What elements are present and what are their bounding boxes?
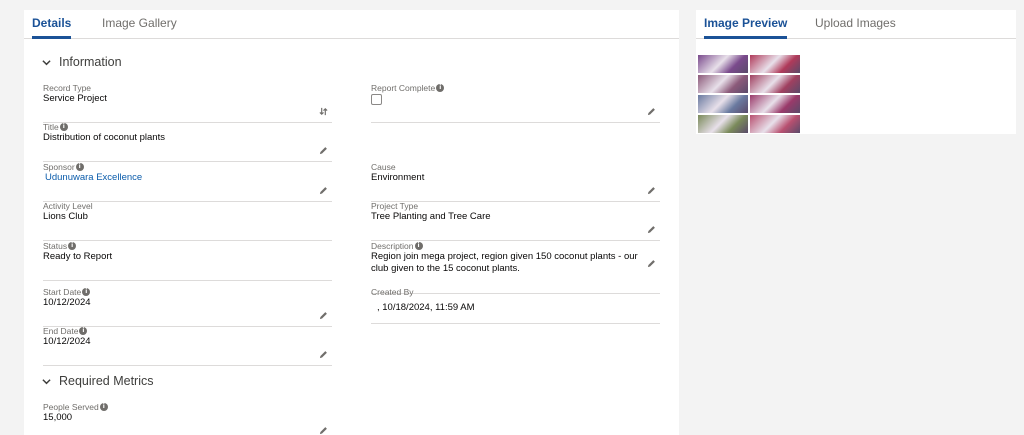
- info-icon[interactable]: i: [82, 288, 91, 296]
- title-label: Title i: [43, 122, 68, 132]
- info-icon[interactable]: i: [414, 242, 423, 250]
- info-icon[interactable]: i: [99, 403, 108, 411]
- field-status: Status i Ready to Report: [43, 241, 332, 281]
- report-complete-label: Report Complete i: [371, 83, 445, 93]
- title-value: Distribution of coconut plants: [43, 132, 165, 143]
- description-value: Region join mega project, region given 1…: [371, 251, 638, 274]
- pencil-icon[interactable]: [647, 186, 656, 195]
- info-icon[interactable]: i: [59, 123, 68, 131]
- record-type-value: Service Project: [43, 93, 107, 104]
- tab-upload-images[interactable]: Upload Images: [815, 10, 896, 39]
- project-type-label: Project Type: [371, 201, 419, 211]
- status-value: Ready to Report: [43, 251, 113, 262]
- information-section-title: Information: [59, 55, 122, 69]
- project-type-value: Tree Planting and Tree Care: [371, 211, 491, 222]
- people-served-value: 15,000: [43, 412, 73, 423]
- end-date-value: 10/12/2024: [43, 336, 91, 347]
- description-label: Description i: [371, 241, 423, 251]
- image-thumbnail[interactable]: [698, 115, 748, 133]
- people-served-label: People Served i: [43, 402, 108, 412]
- field-people-served: People Served i 15,000: [43, 402, 332, 435]
- field-created-by: Created By , 10/18/2024, 11:59 AM: [371, 287, 660, 324]
- info-icon[interactable]: i: [68, 242, 77, 250]
- details-card: Details Image Gallery Information Record…: [24, 10, 679, 435]
- end-date-label: End Date i: [43, 326, 88, 336]
- chevron-down-icon: [42, 378, 51, 384]
- chevron-down-icon: [42, 59, 51, 65]
- cause-label: Cause: [371, 162, 396, 172]
- field-start-date: Start Date i 10/12/2024: [43, 287, 332, 327]
- start-date-value: 10/12/2024: [43, 297, 91, 308]
- image-thumbnail[interactable]: [750, 75, 800, 93]
- field-cause: Cause Environment: [371, 162, 660, 202]
- info-icon[interactable]: i: [436, 84, 445, 92]
- status-label: Status i: [43, 241, 77, 251]
- pencil-icon[interactable]: [319, 146, 328, 155]
- field-sponsor: Sponsor i Udunuwara Excellence: [43, 162, 332, 202]
- information-section-header[interactable]: Information: [42, 54, 122, 70]
- report-complete-checkbox[interactable]: [371, 94, 382, 105]
- record-type-label: Record Type: [43, 83, 92, 93]
- details-tabbar: Details Image Gallery: [24, 10, 679, 39]
- sponsor-label: Sponsor i: [43, 162, 84, 172]
- activity-level-value: Lions Club: [43, 211, 88, 222]
- tab-image-gallery[interactable]: Image Gallery: [102, 10, 177, 39]
- pencil-icon[interactable]: [319, 186, 328, 195]
- image-thumbnail[interactable]: [698, 75, 748, 93]
- field-record-type: Record Type Service Project: [43, 83, 332, 123]
- required-metrics-section-title: Required Metrics: [59, 374, 154, 388]
- tab-image-preview[interactable]: Image Preview: [704, 10, 788, 39]
- image-thumbnail[interactable]: [750, 95, 800, 113]
- cause-value: Environment: [371, 172, 425, 183]
- tab-details[interactable]: Details: [32, 10, 72, 39]
- image-thumbnail[interactable]: [698, 55, 748, 73]
- required-metrics-section-header[interactable]: Required Metrics: [42, 373, 153, 389]
- sponsor-link[interactable]: Udunuwara Excellence: [45, 172, 142, 183]
- pencil-icon[interactable]: [647, 107, 656, 116]
- image-tabbar: Image Preview Upload Images: [696, 10, 1016, 39]
- image-thumbnail[interactable]: [750, 55, 800, 73]
- field-report-complete: Report Complete i: [371, 83, 660, 123]
- info-icon[interactable]: i: [79, 327, 88, 335]
- start-date-label: Start Date i: [43, 287, 91, 297]
- pencil-icon[interactable]: [647, 259, 656, 268]
- created-by-label: Created By: [371, 287, 414, 297]
- image-thumbnail-grid: [698, 55, 800, 134]
- field-project-type: Project Type Tree Planting and Tree Care: [371, 201, 660, 241]
- pencil-icon[interactable]: [647, 225, 656, 234]
- image-preview-card: Image Preview Upload Images: [696, 10, 1016, 134]
- activity-level-label: Activity Level: [43, 201, 93, 211]
- field-activity-level: Activity Level Lions Club: [43, 201, 332, 241]
- image-thumbnail[interactable]: [698, 95, 748, 113]
- created-by-value: , 10/18/2024, 11:59 AM: [377, 302, 475, 313]
- field-title: Title i Distribution of coconut plants: [43, 122, 332, 162]
- info-icon[interactable]: i: [75, 163, 84, 171]
- pencil-icon[interactable]: [319, 350, 328, 359]
- field-end-date: End Date i 10/12/2024: [43, 326, 332, 366]
- pencil-icon[interactable]: [319, 311, 328, 320]
- swap-icon[interactable]: [319, 107, 328, 116]
- pencil-icon[interactable]: [319, 426, 328, 435]
- image-thumbnail[interactable]: [750, 115, 800, 133]
